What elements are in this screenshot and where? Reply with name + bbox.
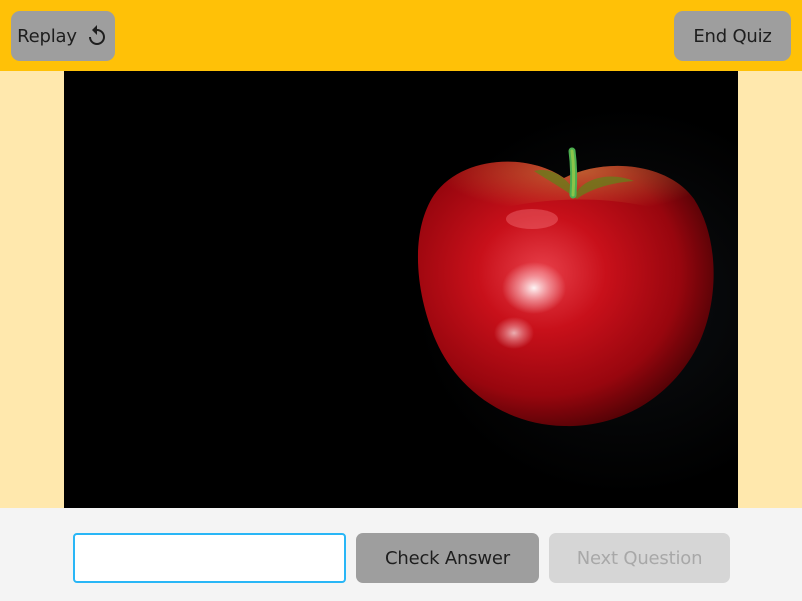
replay-label: Replay [17,25,77,47]
quiz-image [64,71,738,508]
answer-input[interactable] [73,533,346,583]
apple-image [417,147,714,427]
end-quiz-button[interactable]: End Quiz [674,11,791,61]
top-bar: Replay End Quiz [0,0,802,71]
next-question-button[interactable]: Next Question [549,533,730,583]
replay-button[interactable]: Replay [11,11,115,61]
check-answer-button[interactable]: Check Answer [356,533,539,583]
quiz-app: Replay End Quiz Check Answer Next Questi… [0,0,802,601]
replay-icon [88,25,105,45]
